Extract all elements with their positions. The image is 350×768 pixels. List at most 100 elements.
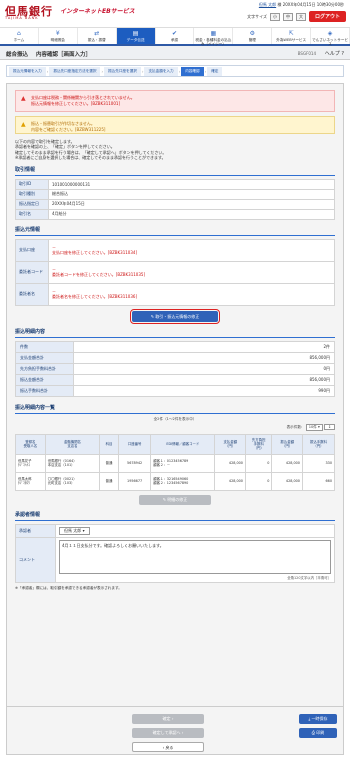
edit-detail-button[interactable]: ✎ 明細の修正 — [139, 494, 211, 505]
yen-icon: ¥ — [55, 30, 60, 37]
external-icon: ⇱ — [288, 30, 294, 37]
help-link[interactable]: ヘルプ ? — [325, 50, 344, 57]
button-label: 印刷 — [316, 730, 325, 735]
arrow-right-icon: › — [171, 716, 174, 721]
progress-steps: 振込元情報を入力 › 振込先口座指定方法を選択 › 振込先口座を選択 › 支払金額を入… — [6, 65, 344, 77]
warning-icon: ▲ — [21, 95, 26, 102]
cell-fee-other: 0 — [244, 453, 273, 473]
confirm-approve-button[interactable]: 確定して承認へ › — [132, 728, 204, 738]
nav-densai[interactable]: ◈ でんさいネットサービス — [311, 28, 350, 47]
table-row: 取引ID 101001000000131 — [15, 178, 335, 190]
nav-label: 税金・各種料金の払込み（ペイジー） — [195, 38, 232, 47]
cell-name: 但馬花子 ﾀｼﾞﾏﾊﾅｺ — [15, 453, 46, 473]
table-row: コメント 4月１１日支払分です。確認よろしくお願いいたします。 全角120文字以… — [15, 536, 335, 583]
comment-textarea[interactable]: 4月１１日支払分です。確認よろしくお願いいたします。 — [59, 539, 331, 574]
step-arrow-icon: › — [178, 68, 181, 74]
step-1: 振込元情報を入力 — [9, 66, 46, 76]
cell-pay: 428,000 — [214, 453, 246, 473]
font-size-medium-button[interactable]: 中 — [282, 12, 293, 21]
nav-payeasy[interactable]: ▦ 税金・各種料金の払込み（ペイジー） — [194, 28, 234, 47]
cell-pay: 428,000 — [214, 471, 246, 491]
nav-transfer[interactable]: ⇄ 振込・振替 — [78, 28, 117, 44]
intro-text: 以下の内容で取引を確定します。 承認者を確認の上、「確定」ボタンを押してください… — [15, 139, 335, 161]
per-page-value: 10件 — [308, 424, 317, 429]
transaction-section-title: 取引情報 — [15, 166, 335, 176]
top-header: 但馬銀行 TAJIMA BANK インターネットEBサービス 但馬 太郎 様 2… — [0, 0, 350, 27]
sort-button[interactable]: ↕ — [323, 423, 335, 430]
document-icon: ▤ — [132, 30, 139, 37]
page-title: 内容確認［画面入力］ — [36, 52, 92, 58]
user-name[interactable]: 但馬 太郎 — [259, 2, 276, 7]
field-label: 振込金額合計 — [15, 373, 74, 386]
help-label: ヘルプ — [324, 51, 340, 57]
nav-label: でんさいネットサービス — [312, 38, 349, 47]
field-value: －委託者コードを修正してください。[BZBK311035] — [48, 260, 335, 284]
cell-amount: 428,000 — [271, 471, 303, 491]
field-value: －支払口座を修正してください。[BZBK311034] — [48, 238, 335, 262]
cell-fee-other: 0 — [244, 471, 273, 491]
nav-statement[interactable]: ¥ 明細照会 — [39, 28, 78, 44]
column-header: 金融機関名 支店名 — [44, 433, 101, 455]
page-category: 総合振込 — [6, 52, 29, 58]
gear-icon: ⚙ — [249, 30, 255, 37]
field-value: 856,000円 — [73, 373, 335, 386]
field-label: 支払口座 — [15, 238, 49, 262]
table-row: 件数 2件 — [15, 340, 335, 353]
title-bar: 総合振込 内容確認［画面入力］ BSGF014 ヘルプ ? — [0, 46, 350, 60]
edit-payer-button[interactable]: ✎ 取引・振込元情報の修正 — [130, 308, 220, 324]
approver-value: 但馬 太郎 — [64, 527, 82, 533]
nav-home[interactable]: ⌂ ホーム — [0, 28, 39, 44]
confirm-button[interactable]: 確定 › — [132, 714, 204, 724]
cell-bank: 〇〇銀行（0021） 元町支店（103） — [44, 471, 101, 491]
cell-type: 普通 — [99, 453, 119, 473]
table-row: 先方負担手数料合計 0円 — [15, 362, 335, 375]
back-button[interactable]: ‹ 戻る — [132, 742, 204, 752]
cell-type: 普通 — [99, 471, 119, 491]
per-page-control: 表示件数： 10件 ▾ ↕ — [15, 423, 335, 431]
table-row: 但馬花子 ﾀｼﾞﾏﾊﾅｺ 但馬銀行（0164） 本店支店（101） 普通 567… — [15, 453, 336, 473]
font-size-small-button[interactable]: 小 — [269, 12, 280, 21]
detail-section-title: 振込明細内容一覧 — [15, 404, 335, 414]
font-size-label: 文字サイズ — [247, 13, 267, 19]
nav-approval[interactable]: ✔ 承認 — [156, 28, 195, 44]
nav-data-transmission[interactable]: ▤ データ伝送 — [116, 28, 156, 44]
table-row: 委託者コード－委託者コードを修正してください。[BZBK311035] — [15, 260, 335, 284]
warning-alert: ▲ 振込・振替取引が作切なさません。 内容をご確認ください。[BZBW31122… — [15, 116, 335, 134]
step-arrow-icon: › — [46, 68, 49, 74]
logout-button[interactable]: ログアウト — [308, 11, 346, 22]
global-nav: ⌂ ホーム ¥ 明細照会 ⇄ 振込・振替 ▤ データ伝送 ✔ 承認 ▦ 税金・各種料金の払込… — [0, 27, 350, 46]
nav-label: 承認 — [170, 38, 179, 42]
step-arrow-icon: › — [141, 68, 144, 74]
transaction-table: 取引ID 101001000000131 取引種別 総合振込 振込指定日 20XX年0… — [15, 178, 335, 220]
font-size-large-button[interactable]: 大 — [295, 12, 306, 21]
step-6: 確定 — [207, 66, 223, 76]
comment-limit: 全角120文字以内［半角可］ — [287, 575, 331, 580]
field-value: 990円 — [73, 384, 335, 397]
per-page-select[interactable]: 10件 ▾ — [305, 423, 323, 431]
field-label: 委託者名 — [15, 282, 49, 306]
save-draft-button[interactable]: ⤓ 一時保存 — [299, 714, 337, 724]
nav-label: 管理 — [248, 38, 256, 42]
field-label: 取引ID — [15, 178, 49, 190]
print-button[interactable]: ⎙ 印刷 — [299, 728, 337, 738]
cell-fee: 330 — [301, 453, 336, 473]
button-label: 取引・振込元情報の修正 — [155, 313, 200, 319]
chevron-down-icon: ▾ — [82, 527, 85, 533]
chevron-down-icon: ▾ — [318, 424, 320, 429]
nav-forex[interactable]: ⇱ 外為WEBサービス — [272, 28, 312, 44]
cell-bank: 但馬銀行（0164） 本店支店（101） — [44, 453, 101, 473]
field-error: 委託者名を修正してください。[BZBK311036] — [52, 294, 138, 300]
approver-select[interactable]: 但馬 太郎 ▾ — [59, 526, 90, 535]
column-header: 口座番号 — [117, 433, 152, 455]
table-row: 但馬太郎 ﾀｼﾞﾏﾀﾛｳ 〇〇銀行（0021） 元町支店（103） 普通 195… — [15, 471, 336, 491]
page-root: 但馬銀行 TAJIMA BANK インターネットEBサービス 但馬 太郎 様 2… — [0, 0, 350, 768]
check-icon: ✔ — [171, 30, 178, 37]
summary-section-title: 振込明細内容 — [15, 328, 335, 338]
table-header-row: 登録名 受取人名 金融機関名 支店名 科目 口座番号 EDI情報／顧客コード 支払金… — [15, 433, 336, 455]
field-error: 支払口座を修正してください。[BZBK311034] — [52, 250, 138, 256]
nav-admin[interactable]: ⚙ 管理 — [233, 28, 273, 44]
field-label: 振込指定日 — [15, 198, 49, 210]
table-row: 振込手数料合計 990円 — [15, 384, 335, 397]
payer-table: 支払口座－支払口座を修正してください。[BZBK311034] 委託者コード－委… — [15, 238, 335, 306]
network-icon: ◈ — [327, 30, 333, 37]
